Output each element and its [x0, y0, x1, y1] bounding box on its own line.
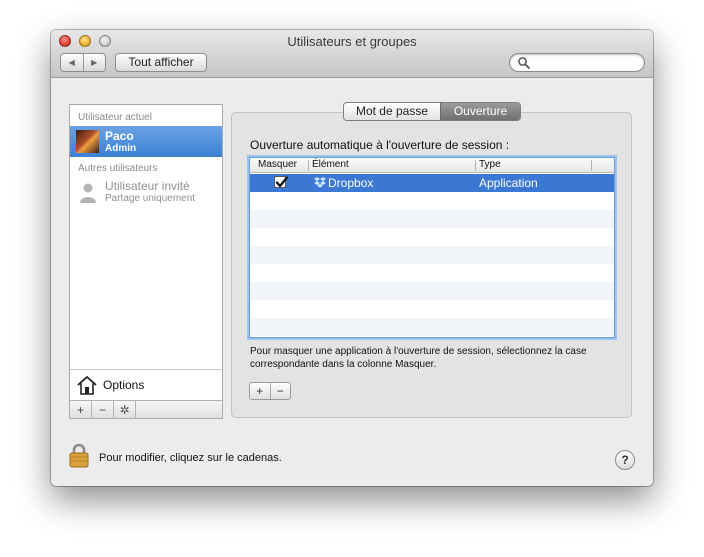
tab-bar: Mot de passe Ouverture [343, 102, 521, 121]
table-row-empty [250, 228, 614, 246]
remove-login-item-button[interactable]: − [269, 383, 291, 399]
lock-icon[interactable] [68, 442, 90, 468]
table-row-empty [250, 318, 614, 336]
search-icon [518, 57, 530, 69]
column-header-hide[interactable]: Masquer [258, 159, 297, 170]
back-forward-control: ◀ ▶ [60, 53, 106, 72]
lock-message: Pour modifier, cliquez sur le cadenas. [99, 452, 282, 464]
users-sidebar: Utilisateur actuel Paco Admin Autres uti… [69, 104, 223, 419]
user-role: Admin [105, 143, 137, 154]
column-divider [308, 160, 309, 171]
column-divider [591, 160, 592, 171]
checkmark-icon [275, 176, 289, 188]
preferences-window: Utilisateurs et groupes ◀ ▶ Tout affiche… [51, 30, 653, 486]
titlebar: Utilisateurs et groupes ◀ ▶ Tout affiche… [51, 30, 653, 78]
sidebar-button-bar: + − ✲ [70, 400, 222, 419]
help-button[interactable]: ? [615, 450, 635, 470]
add-remove-control: + − [249, 382, 291, 400]
dropbox-icon [314, 177, 326, 188]
login-items-table[interactable]: Masquer Élément Type Dropbox Application [249, 157, 615, 338]
login-items-heading: Ouverture automatique à l'ouverture de s… [250, 138, 510, 152]
house-icon [77, 376, 97, 395]
avatar [76, 130, 99, 153]
column-divider [475, 160, 476, 171]
table-row-empty [250, 264, 614, 282]
add-login-item-button[interactable]: + [250, 383, 270, 399]
table-row-empty [250, 282, 614, 300]
item-type: Application [479, 176, 538, 190]
column-header-item[interactable]: Élément [312, 159, 349, 170]
options-label: Options [103, 378, 145, 392]
forward-button[interactable]: ▶ [82, 54, 106, 71]
sidebar-item-guest-user[interactable]: Utilisateur invité Partage uniquement [70, 178, 222, 209]
window-title: Utilisateurs et groupes [287, 34, 417, 49]
guest-user-name: Utilisateur invité [105, 179, 190, 193]
tab-login-items[interactable]: Ouverture [440, 103, 520, 120]
sidebar-item-options[interactable]: Options [70, 369, 222, 401]
back-button[interactable]: ◀ [61, 54, 83, 71]
user-name: Paco [105, 129, 134, 143]
table-row-empty [250, 300, 614, 318]
tab-password[interactable]: Mot de passe [344, 103, 440, 120]
sidebar-item-current-user[interactable]: Paco Admin [70, 126, 222, 157]
table-row-empty [250, 192, 614, 210]
hide-checkbox[interactable] [274, 176, 289, 188]
table-row-empty [250, 210, 614, 228]
table-header: Masquer Élément Type [250, 158, 614, 173]
current-user-header: Utilisateur actuel [78, 112, 152, 123]
guest-user-subtitle: Partage uniquement [105, 193, 196, 204]
column-header-type[interactable]: Type [479, 159, 501, 170]
person-icon [80, 183, 96, 203]
show-all-button[interactable]: Tout afficher [115, 53, 207, 72]
remove-user-button[interactable]: − [92, 401, 114, 419]
hide-hint-text: Pour masquer une application à l'ouvertu… [250, 346, 587, 370]
add-user-button[interactable]: + [70, 401, 92, 419]
table-row-empty [250, 246, 614, 264]
gear-icon[interactable]: ✲ [114, 401, 136, 419]
item-name: Dropbox [328, 176, 374, 190]
search-input[interactable] [509, 53, 645, 72]
table-row[interactable]: Dropbox Application [250, 174, 614, 192]
other-users-header: Autres utilisateurs [78, 163, 158, 174]
